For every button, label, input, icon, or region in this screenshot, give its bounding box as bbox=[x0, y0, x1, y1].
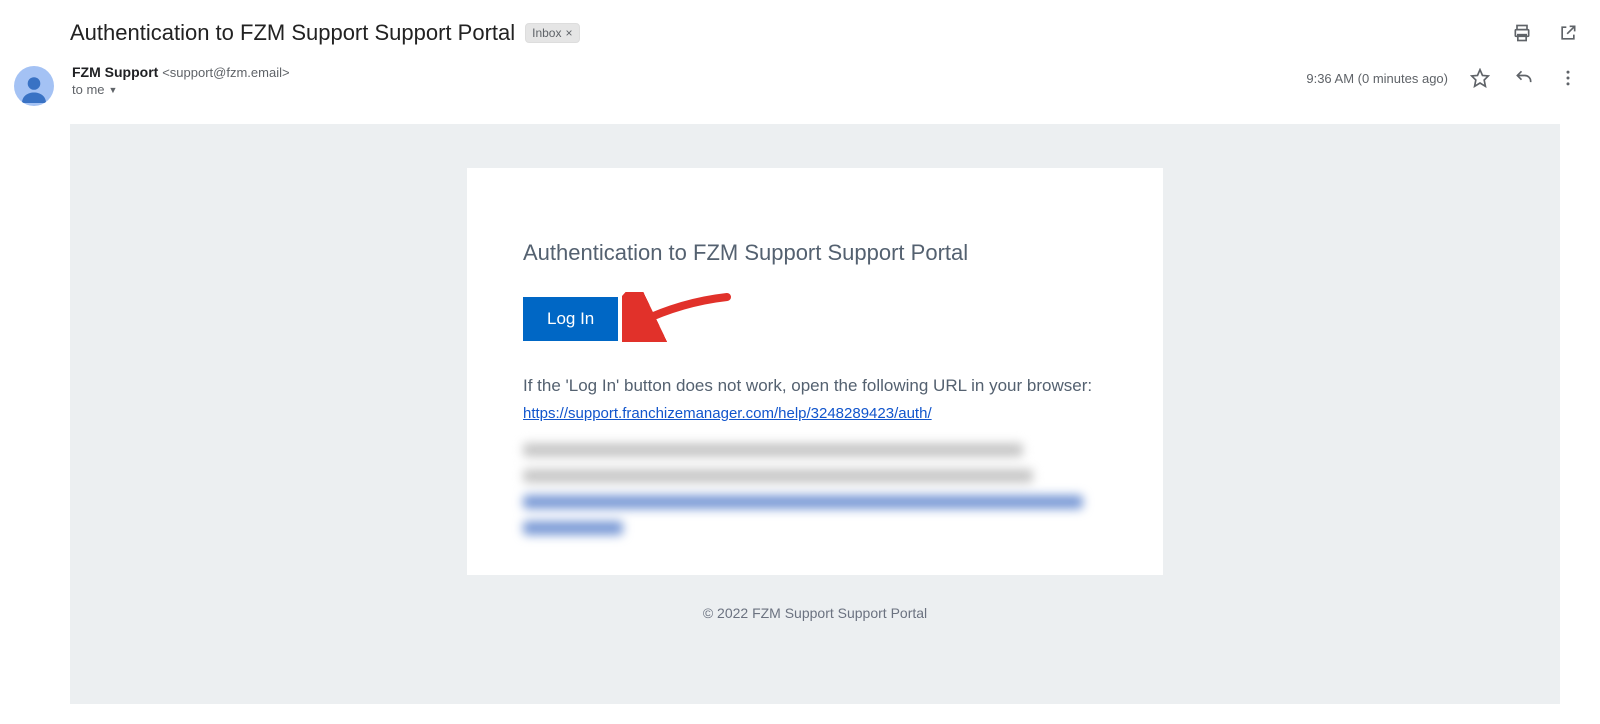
blur-line bbox=[523, 521, 623, 535]
login-button[interactable]: Log In bbox=[523, 297, 618, 341]
blur-line bbox=[523, 495, 1083, 509]
sender-name: FZM Support bbox=[72, 64, 158, 80]
to-line[interactable]: to me ▼ bbox=[72, 82, 290, 97]
sender-block: FZM Support <support@fzm.email> to me ▼ bbox=[72, 64, 290, 97]
email-card: Authentication to FZM Support Support Po… bbox=[467, 168, 1163, 575]
blur-line bbox=[523, 469, 1033, 483]
timestamp: 9:36 AM (0 minutes ago) bbox=[1306, 71, 1448, 86]
meta-row: FZM Support <support@fzm.email> to me ▼ … bbox=[0, 64, 1600, 124]
sender-email: <support@fzm.email> bbox=[162, 65, 289, 80]
auth-url-link[interactable]: https://support.franchizemanager.com/hel… bbox=[523, 405, 932, 422]
subject-actions bbox=[1510, 21, 1580, 45]
sender-line: FZM Support <support@fzm.email> bbox=[72, 64, 290, 80]
footer-text: © 2022 FZM Support Support Portal bbox=[703, 605, 927, 621]
login-row: Log In bbox=[523, 294, 1107, 344]
chevron-down-icon[interactable]: ▼ bbox=[109, 85, 118, 95]
open-external-icon[interactable] bbox=[1556, 21, 1580, 45]
star-icon[interactable] bbox=[1468, 66, 1492, 90]
inbox-label-text: Inbox bbox=[532, 26, 561, 40]
subject-left: Authentication to FZM Support Support Po… bbox=[70, 20, 580, 46]
inbox-label[interactable]: Inbox × bbox=[525, 23, 579, 43]
card-title: Authentication to FZM Support Support Po… bbox=[523, 240, 1107, 266]
blurred-url-block bbox=[523, 443, 1107, 535]
more-icon[interactable] bbox=[1556, 66, 1580, 90]
close-icon[interactable]: × bbox=[565, 26, 572, 40]
to-text: to me bbox=[72, 82, 105, 97]
print-icon[interactable] bbox=[1510, 21, 1534, 45]
email-body-container: Authentication to FZM Support Support Po… bbox=[70, 124, 1560, 704]
blur-line bbox=[523, 443, 1023, 457]
email-subject: Authentication to FZM Support Support Po… bbox=[70, 20, 515, 46]
avatar[interactable] bbox=[14, 66, 54, 106]
subject-row: Authentication to FZM Support Support Po… bbox=[0, 0, 1600, 64]
meta-left: FZM Support <support@fzm.email> to me ▼ bbox=[14, 64, 290, 106]
fallback-text: If the 'Log In' button does not work, op… bbox=[523, 372, 1107, 401]
reply-icon[interactable] bbox=[1512, 66, 1536, 90]
arrow-annotation-icon bbox=[622, 292, 732, 342]
meta-right: 9:36 AM (0 minutes ago) bbox=[1306, 64, 1580, 90]
